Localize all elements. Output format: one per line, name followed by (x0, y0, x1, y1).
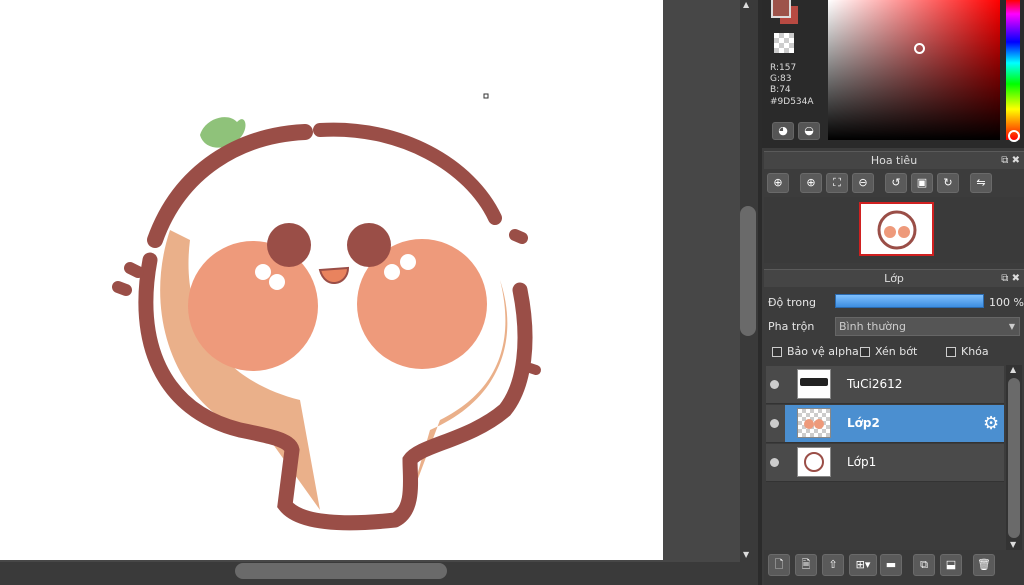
rotate-left-icon[interactable]: ↺ (885, 173, 907, 193)
layer-thumbnail-art (804, 452, 824, 472)
blend-mode-value: Bình thường (839, 320, 906, 333)
layer-thumbnail (797, 447, 831, 477)
layer-name: Lớp1 (847, 455, 877, 469)
protect-alpha-label: Bảo vệ alpha (787, 345, 859, 358)
delete-layer-icon[interactable]: 🗑 (973, 554, 995, 576)
layer-name: Lớp2 (847, 416, 880, 430)
clipping-label: Xén bớt (875, 345, 918, 358)
zoom-in-icon[interactable]: ⊕ (800, 173, 822, 193)
clipping-checkbox[interactable] (860, 347, 870, 357)
canvas-vertical-scroll-thumb[interactable] (740, 206, 756, 336)
new-layer-icon[interactable]: 🗋 (768, 554, 790, 576)
drawing-artwork (112, 93, 541, 531)
navigator-thumbnail[interactable] (859, 202, 934, 256)
drawing-canvas[interactable] (0, 0, 663, 560)
blend-label: Pha trộn (768, 320, 815, 333)
canvas-horizontal-scroll-thumb[interactable] (235, 563, 447, 579)
visibility-eye-icon[interactable] (770, 380, 779, 389)
opacity-value: 100 % (989, 296, 1024, 309)
navigator-thumbnail-art (877, 210, 917, 250)
new-folder-icon[interactable]: ▬ (880, 554, 902, 576)
add-layer-dropdown-icon[interactable]: ⊞▾ (849, 554, 877, 576)
visibility-eye-icon[interactable] (770, 458, 779, 467)
panel-popout-close-icons[interactable]: ⧉ ✖ (1001, 152, 1020, 169)
scroll-down-icon[interactable]: ▼ (743, 550, 749, 559)
primary-color-swatch[interactable] (771, 0, 791, 18)
transparent-color-swatch[interactable] (774, 33, 794, 53)
opacity-label: Độ trong (768, 296, 817, 309)
zoom-fit-icon[interactable]: ⊕ (767, 173, 789, 193)
duplicate-layer-icon[interactable]: ⧉ (913, 554, 935, 576)
palette-icon[interactable]: ◕ (772, 122, 794, 140)
chevron-down-icon: ▼ (1008, 322, 1015, 331)
protect-alpha-checkbox[interactable] (772, 347, 782, 357)
layer-settings-gear-icon[interactable]: ⚙ (983, 413, 999, 434)
layer-scroll-up-icon[interactable]: ▲ (1010, 365, 1016, 374)
color-g-value: G:83 (770, 74, 792, 84)
color-picker-icon[interactable]: ◒ (798, 122, 820, 140)
color-r-value: R:157 (770, 63, 797, 73)
layer-thumbnail (797, 408, 831, 438)
layer-up-icon[interactable]: ⇧ (822, 554, 844, 576)
flip-horizontal-icon[interactable]: ⇋ (970, 173, 992, 193)
layers-panel-header: Lớp ⧉ ✖ (764, 269, 1024, 287)
merge-layer-icon[interactable]: ⬓ (940, 554, 962, 576)
layer-scroll-down-icon[interactable]: ▼ (1010, 540, 1016, 549)
layer-thumbnail-art (804, 419, 824, 429)
layer-name: TuCi2612 (847, 377, 903, 391)
new-layer-from-file-icon[interactable]: 🗎 (795, 554, 817, 576)
color-b-value: B:74 (770, 85, 791, 95)
saturation-value-picker[interactable] (828, 0, 1000, 140)
layer-list-scroll-thumb[interactable] (1008, 378, 1020, 538)
lock-label: Khóa (961, 345, 989, 358)
color-cursor[interactable] (914, 43, 925, 54)
visibility-eye-icon[interactable] (770, 419, 779, 428)
hue-slider[interactable] (1006, 0, 1020, 140)
lock-checkbox[interactable] (946, 347, 956, 357)
layer-thumbnail (797, 369, 831, 399)
blend-mode-select[interactable]: Bình thường ▼ (835, 317, 1020, 336)
hue-slider-handle[interactable] (1008, 130, 1020, 142)
layers-popout-close-icons[interactable]: ⧉ ✖ (1001, 270, 1020, 287)
opacity-slider[interactable] (835, 294, 984, 308)
layers-title: Lớp (884, 272, 904, 285)
scroll-up-icon[interactable]: ▲ (743, 0, 749, 9)
zoom-out-icon[interactable]: ⊖ (852, 173, 874, 193)
rotate-right-icon[interactable]: ↻ (937, 173, 959, 193)
fit-window-icon[interactable]: ⛶ (826, 173, 848, 193)
reset-view-icon[interactable]: ▣ (911, 173, 933, 193)
color-hex-value: #9D534A (770, 97, 814, 107)
navigator-panel-header: Hoa tiêu ⧉ ✖ (764, 151, 1024, 169)
navigator-title: Hoa tiêu (870, 154, 918, 167)
